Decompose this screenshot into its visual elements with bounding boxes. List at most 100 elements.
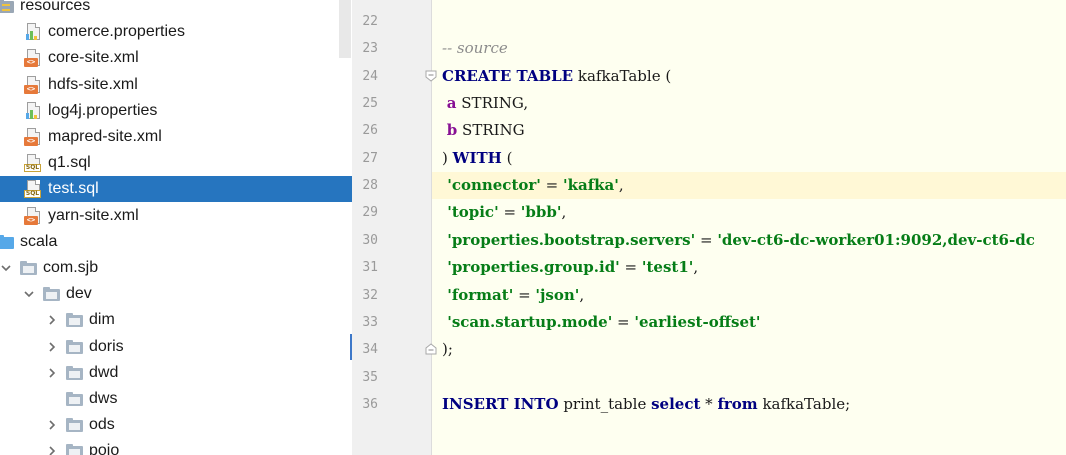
arrow-spacer [45,386,59,412]
tree-item-label: dev [66,285,92,303]
sql-file-icon: SQL [24,179,44,199]
tree-item-label: doris [89,337,124,355]
chevron-down-icon[interactable] [0,255,13,281]
chevron-right-icon[interactable] [45,438,59,455]
code-line[interactable]: CREATE TABLE kafkaTable ( [432,63,1066,90]
package-folder-icon [65,363,85,383]
line-number: 36 [362,396,378,412]
line-number: 33 [362,314,378,330]
tree-item-q1-sql[interactable]: SQL q1.sql [0,150,352,176]
tree-item-test-sql[interactable]: SQL test.sql [0,176,352,203]
code-line[interactable]: 'properties.bootstrap.servers' = 'dev-ct… [432,227,1066,254]
code-token: , [618,176,624,195]
tree-item-ods[interactable]: ods [0,412,352,438]
code-token: STRING [457,121,525,140]
tree-item-label: yarn-site.xml [48,206,139,224]
code-token: ( [501,148,513,167]
code-token: = [612,312,635,331]
tree-item-dev[interactable]: dev [0,281,352,307]
code-token: 'properties.group.id' [442,258,620,277]
tree-item-mapred-site-xml[interactable]: <> mapred-site.xml [0,124,352,150]
code-token: 'topic' [442,203,499,222]
arrow-spacer [10,98,24,124]
tree-item-core-site-xml[interactable]: <> core-site.xml [0,45,352,71]
chevron-right-icon[interactable] [45,334,59,360]
code-token: kafkaTable ( [573,66,672,85]
code-line[interactable] [432,364,1066,391]
properties-file-icon [24,22,44,42]
tree-item-label: q1.sql [48,154,91,172]
chevron-right-icon[interactable] [45,412,59,438]
chevron-down-icon[interactable] [22,281,36,307]
arrow-spacer [10,176,24,202]
code-token: = [513,285,536,304]
line-number: 30 [362,232,378,248]
line-number: 35 [362,369,378,385]
xml-file-icon: <> [24,75,44,95]
code-token: select [651,394,701,413]
tree-scrollbar[interactable] [339,0,351,58]
code-line[interactable]: ) WITH ( [432,145,1066,172]
code-token: 'earliest-offset' [634,312,761,331]
code-token: = [540,176,563,195]
code-line[interactable]: 'topic' = 'bbb', [432,199,1066,226]
code-token: CREATE TABLE [442,66,574,85]
project-tree[interactable]: resources comerce.properties <> core-site.x… [0,0,352,455]
chevron-right-icon[interactable] [45,360,59,386]
properties-file-icon [24,101,44,121]
arrow-spacer [10,150,24,176]
tree-item-comerce-properties[interactable]: comerce.properties [0,19,352,45]
code-line[interactable]: 'format' = 'json', [432,282,1066,309]
xml-file-icon: <> [24,48,44,68]
code-line[interactable]: 'scan.startup.mode' = 'earliest-offset' [432,309,1066,336]
arrow-spacer [10,45,24,71]
code-line[interactable]: 'connector' = 'kafka', [432,172,1066,200]
code-token: 'properties.bootstrap.servers' [442,230,696,249]
line-number: 31 [362,260,378,276]
code-token: 'connector' [442,176,541,195]
tree-item-scala[interactable]: scala [0,229,348,255]
code-line[interactable]: b STRING [432,117,1066,144]
code-line[interactable]: a STRING, [432,90,1066,117]
tree-item-dim[interactable]: dim [0,307,352,333]
line-number: 34 [362,342,378,358]
tree-item-label: comerce.properties [48,23,185,41]
code-line[interactable]: -- source [432,35,1066,62]
fold-icon[interactable] [424,69,438,83]
line-number: 23 [362,41,378,57]
code-line[interactable]: 'properties.group.id' = 'test1', [432,254,1066,281]
source-folder-icon [0,232,16,252]
tree-item-doris[interactable]: doris [0,334,352,360]
fold-icon[interactable] [424,342,438,356]
package-folder-icon [65,310,85,330]
package-folder-icon [65,389,85,409]
tree-item-com-sjb[interactable]: com.sjb [0,255,351,281]
tree-item-pojo[interactable]: pojo [0,438,352,455]
line-number: 29 [362,205,378,221]
code-token: = [695,230,718,249]
code-token: , [693,258,699,277]
code-line[interactable]: INSERT INTO print_table select * from ka… [432,391,1066,418]
tree-item-log4j-properties[interactable]: log4j.properties [0,98,352,124]
tree-item-dwd[interactable]: dwd [0,360,352,386]
tree-item-label: hdfs-site.xml [48,75,138,93]
chevron-right-icon[interactable] [45,307,59,333]
tree-item-hdfs-site-xml[interactable]: <> hdfs-site.xml [0,72,352,98]
line-number: 27 [362,150,378,166]
code-token: 'scan.startup.mode' [442,312,613,331]
tree-item-label: test.sql [48,180,99,198]
code-token: = [498,203,521,222]
code-token: from [717,394,758,413]
tree-item-dws[interactable]: dws [0,386,352,412]
code-token: kafkaTable; [757,394,851,413]
line-number: 28 [362,178,378,194]
package-folder-icon [65,441,85,455]
line-number: 32 [362,287,378,303]
code-token: WITH [452,148,502,167]
tree-item-label: ods [89,416,115,434]
code-line[interactable]: ); [432,336,1066,363]
code-line[interactable] [432,8,1066,35]
tree-item-yarn-site-xml[interactable]: <> yarn-site.xml [0,203,352,229]
tree-item-label: scala [20,232,58,250]
tree-item-resources[interactable]: resources [0,0,348,19]
